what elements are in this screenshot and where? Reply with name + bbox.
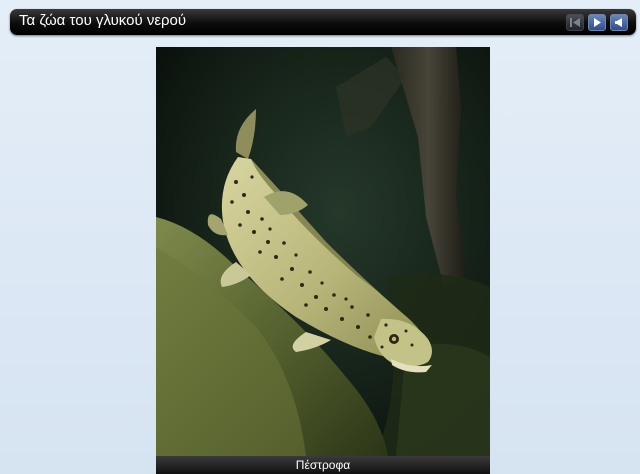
previous-button[interactable] xyxy=(566,14,584,31)
play-button[interactable] xyxy=(588,14,606,31)
speaker-icon xyxy=(615,18,622,27)
play-icon xyxy=(594,18,601,27)
skip-back-icon xyxy=(570,18,580,27)
trout-illustration xyxy=(156,47,490,456)
trout-photo xyxy=(156,47,490,456)
title-bar: Τα ζώα του γλυκού νερού xyxy=(10,9,636,35)
image-caption: Πέστροφα xyxy=(156,456,490,474)
slideshow-window: Τα ζώα του γλυκού νερού Πέστροφα xyxy=(0,0,640,474)
page-title: Τα ζώα του γλυκού νερού xyxy=(19,12,187,29)
sound-button[interactable] xyxy=(610,14,628,31)
